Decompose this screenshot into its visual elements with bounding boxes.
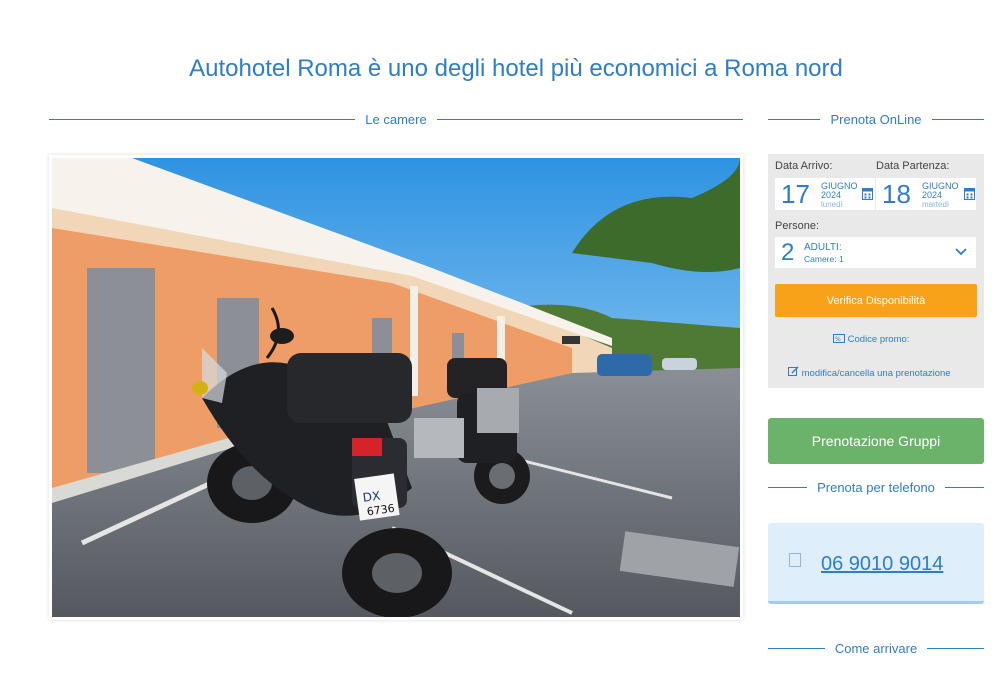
arrival-weekday: lunedì — [821, 200, 843, 209]
modify-booking-label: modifica/cancella una prenotazione — [801, 368, 951, 379]
departure-weekday: martedì — [922, 200, 950, 209]
arrival-date-picker[interactable]: 17 GIUGNO 2024 lunedì — [775, 178, 875, 210]
calendar-icon[interactable] — [964, 187, 975, 200]
group-booking-button[interactable]: Prenotazione Gruppi — [768, 418, 984, 464]
section-title-book-online: Prenota OnLine — [830, 111, 922, 127]
arrival-label: Data Arrivo: — [775, 160, 833, 172]
section-title-directions: Come arrivare — [834, 640, 918, 656]
departure-label: Data Partenza: — [876, 160, 950, 172]
departure-year: 2024 — [922, 190, 943, 200]
promo-code-link[interactable]: % Codice promo: — [833, 334, 909, 345]
rooms-photo-frame: DX 6736 — [49, 155, 743, 620]
departure-day: 18 — [882, 179, 911, 209]
modify-booking-link[interactable]: modifica/cancella una prenotazione — [788, 366, 951, 379]
verify-availability-button[interactable]: Verifica Disponibilità — [775, 284, 977, 317]
rooms-count: Camere: 1 — [804, 254, 844, 264]
page-title: Autohotel Roma è uno degli hotel più eco… — [189, 55, 843, 82]
edit-icon — [788, 366, 799, 376]
promo-code-label: Codice promo: — [847, 334, 910, 345]
promo-code-icon: % — [833, 334, 845, 343]
svg-text:DX: DX — [362, 489, 381, 505]
arrival-year: 2024 — [821, 190, 842, 200]
phone-booking-box: 06 9010 9014 — [768, 523, 984, 604]
arrival-day: 17 — [781, 179, 810, 209]
persons-label: Persone: — [775, 220, 820, 232]
section-divider-rooms: Le camere — [49, 111, 744, 127]
motorcycles-parking-image: DX 6736 — [52, 158, 740, 617]
chevron-down-icon[interactable] — [955, 248, 967, 256]
departure-date-picker[interactable]: 18 GIUGNO 2024 martedì — [876, 178, 976, 210]
section-divider-directions: Come arrivare — [768, 640, 985, 656]
section-divider-book-phone: Prenota per telefono — [768, 479, 984, 495]
persons-type: ADULTI: — [804, 242, 842, 253]
svg-text:%: % — [835, 336, 841, 343]
phone-number-link[interactable]: 06 9010 9014 — [821, 553, 943, 576]
section-title-book-phone: Prenota per telefono — [817, 479, 935, 495]
phone-icon — [789, 553, 801, 567]
calendar-icon[interactable] — [862, 187, 873, 200]
rooms-photo[interactable]: DX 6736 — [52, 158, 740, 617]
section-title-rooms: Le camere — [365, 111, 427, 127]
booking-widget: Data Arrivo: Data Partenza: 17 GIUGNO 20… — [768, 154, 984, 388]
persons-count: 2 — [781, 239, 795, 266]
persons-selector[interactable]: 2 ADULTI: Camere: 1 — [775, 237, 976, 268]
section-divider-book-online: Prenota OnLine — [768, 111, 985, 127]
